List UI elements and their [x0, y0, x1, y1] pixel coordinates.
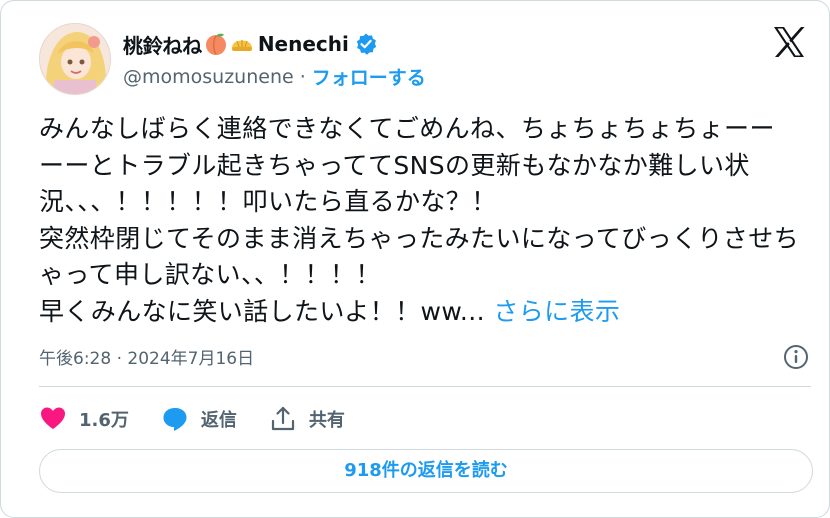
- info-icon[interactable]: [783, 344, 809, 370]
- display-name-suffix[interactable]: Nenechi: [258, 32, 349, 56]
- like-button[interactable]: 1.6万: [39, 405, 129, 433]
- share-button[interactable]: 共有: [269, 405, 345, 433]
- separator-dot: ·: [299, 65, 306, 88]
- read-replies-button[interactable]: 918件の返信を読む: [39, 449, 813, 493]
- avatar[interactable]: [39, 23, 111, 95]
- reply-button[interactable]: 返信: [161, 405, 237, 433]
- user-handle[interactable]: @momosuzunene: [123, 66, 294, 88]
- display-name[interactable]: 桃鈴ねね: [123, 30, 202, 59]
- follow-button[interactable]: フォローする: [312, 63, 426, 90]
- verified-badge-icon: [354, 32, 378, 56]
- show-more-link[interactable]: さらに表示: [493, 297, 620, 326]
- reply-label: 返信: [200, 410, 237, 431]
- melon-bun-emoji-icon: [230, 32, 254, 56]
- tweet-header: 桃鈴ねね Nenechi @momosuzunene · フォローする: [39, 23, 811, 95]
- heart-icon: [41, 407, 65, 429]
- tweet-timestamp[interactable]: 午後6:28 · 2024年7月16日: [39, 344, 254, 369]
- share-label: 共有: [308, 410, 345, 431]
- x-logo-icon[interactable]: [771, 25, 807, 59]
- peach-emoji-icon: [204, 32, 228, 56]
- action-bar: 1.6万 返信 共有: [39, 401, 377, 437]
- tweet-embed-card: 桃鈴ねね Nenechi @momosuzunene · フォローする みんなし…: [0, 0, 830, 518]
- share-icon: [271, 406, 294, 431]
- handle-row: @momosuzunene · フォローする: [123, 63, 426, 90]
- reply-bubble-icon: [163, 408, 187, 431]
- like-count: 1.6万: [79, 410, 129, 431]
- user-names: 桃鈴ねね Nenechi @momosuzunene · フォローする: [123, 31, 426, 90]
- tweet-text: みんなしばらく連絡できなくてごめんね、ちょちょちょちょーーーーとトラブル起きちゃ…: [39, 111, 799, 330]
- display-name-row[interactable]: 桃鈴ねね Nenechi: [123, 30, 426, 59]
- divider: [39, 386, 811, 387]
- tweet-body: みんなしばらく連絡できなくてごめんね、ちょちょちょちょーーーーとトラブル起きちゃ…: [39, 114, 800, 326]
